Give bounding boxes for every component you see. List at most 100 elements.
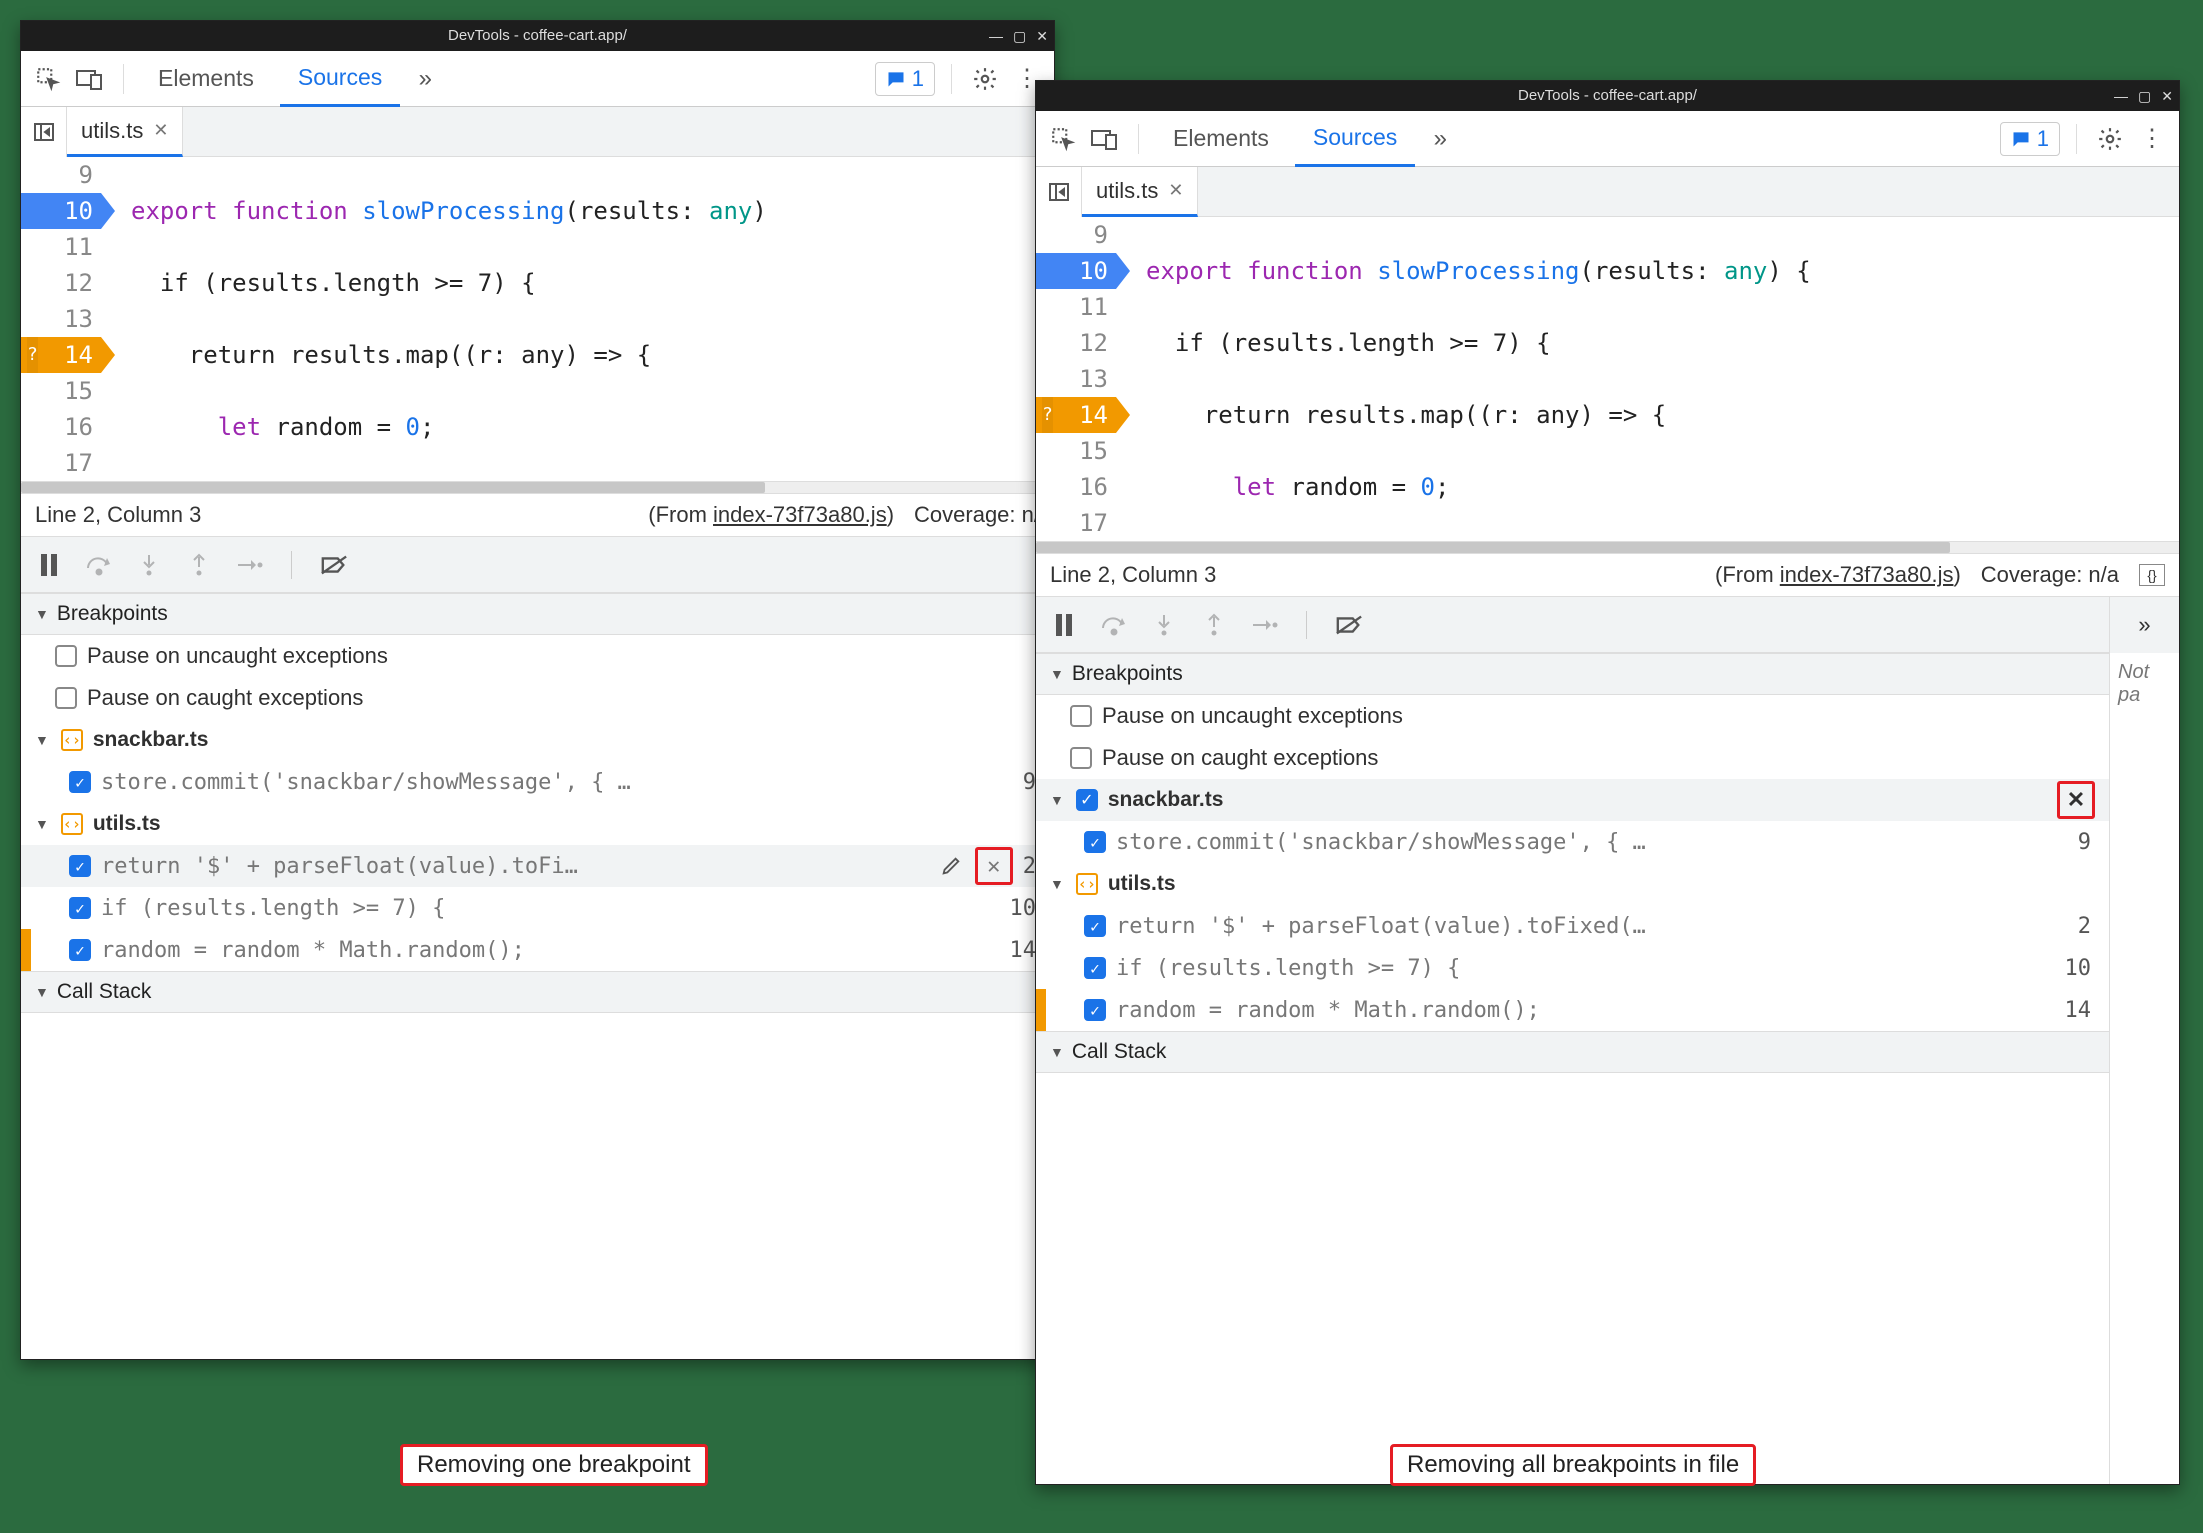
- issues-badge[interactable]: 1: [2000, 122, 2060, 156]
- minimize-icon[interactable]: —: [2114, 81, 2128, 111]
- checkbox-checked[interactable]: ✓: [1084, 915, 1106, 937]
- breakpoint-row[interactable]: ✓ return '$' + parseFloat(value).toFi… ✕…: [21, 845, 1054, 887]
- line-number-cond-breakpoint[interactable]: ?14: [1036, 397, 1116, 433]
- line-number[interactable]: 17: [1036, 505, 1116, 541]
- checkbox-checked[interactable]: ✓: [69, 939, 91, 961]
- checkbox-unchecked[interactable]: [1070, 705, 1092, 727]
- step-out-icon[interactable]: [185, 551, 213, 579]
- horizontal-scrollbar[interactable]: [21, 481, 1054, 493]
- source-map-link[interactable]: index-73f73a80.js: [1780, 562, 1954, 587]
- horizontal-scrollbar[interactable]: [1036, 541, 2179, 553]
- callstack-section-header[interactable]: ▼ Call Stack: [1036, 1031, 2109, 1073]
- scrollbar-thumb[interactable]: [1036, 542, 1950, 553]
- checkbox-unchecked[interactable]: [55, 687, 77, 709]
- bp-file-header-utils[interactable]: ▼ ‹› utils.ts: [21, 803, 1054, 845]
- tab-elements[interactable]: Elements: [140, 51, 272, 107]
- pause-icon[interactable]: [35, 551, 63, 579]
- pretty-print-icon[interactable]: {}: [2139, 564, 2165, 586]
- navigator-toggle-icon[interactable]: [1036, 167, 1082, 217]
- window-titlebar[interactable]: DevTools - coffee-cart.app/ — ▢ ✕: [21, 21, 1054, 51]
- tab-sources[interactable]: Sources: [1295, 111, 1415, 167]
- line-number[interactable]: 12: [1036, 325, 1116, 361]
- window-titlebar[interactable]: DevTools - coffee-cart.app/ — ▢ ✕: [1036, 81, 2179, 111]
- checkbox-checked[interactable]: ✓: [1076, 789, 1098, 811]
- bp-file-header-snackbar[interactable]: ▼ ‹› snackbar.ts: [21, 719, 1054, 761]
- more-tabs-icon[interactable]: »: [408, 62, 442, 96]
- line-number[interactable]: 15: [1036, 433, 1116, 469]
- line-number[interactable]: 16: [21, 409, 101, 445]
- checkbox-checked[interactable]: ✓: [1084, 957, 1106, 979]
- minimize-icon[interactable]: —: [989, 21, 1003, 51]
- step-out-icon[interactable]: [1200, 611, 1228, 639]
- device-icon[interactable]: [73, 62, 107, 96]
- issues-badge[interactable]: 1: [875, 62, 935, 96]
- line-number[interactable]: 15: [21, 373, 101, 409]
- source-map-link[interactable]: index-73f73a80.js: [713, 502, 887, 527]
- checkbox-checked[interactable]: ✓: [1084, 999, 1106, 1021]
- line-number[interactable]: 13: [21, 301, 101, 337]
- code-content[interactable]: export function slowProcessing(results: …: [1126, 217, 1869, 541]
- line-number[interactable]: 9: [21, 157, 101, 193]
- more-tabs-icon[interactable]: »: [1423, 122, 1457, 156]
- line-number[interactable]: 12: [21, 265, 101, 301]
- settings-icon[interactable]: [968, 62, 1002, 96]
- edit-breakpoint-icon[interactable]: [937, 852, 965, 880]
- file-tab-utils[interactable]: utils.ts ✕: [67, 107, 183, 157]
- breakpoint-row[interactable]: ✓ random = random * Math.random(); 14: [1046, 989, 2109, 1031]
- settings-icon[interactable]: [2093, 122, 2127, 156]
- line-number[interactable]: 13: [1036, 361, 1116, 397]
- step-over-icon[interactable]: [85, 551, 113, 579]
- close-tab-icon[interactable]: ✕: [1168, 180, 1183, 201]
- checkbox-checked[interactable]: ✓: [69, 897, 91, 919]
- file-tab-utils[interactable]: utils.ts ✕: [1082, 167, 1198, 217]
- pause-caught-row[interactable]: Pause on caught exceptions: [1036, 737, 2109, 779]
- line-number-breakpoint[interactable]: 10: [1036, 253, 1116, 289]
- bp-file-header-utils[interactable]: ▼ ‹› utils.ts: [1036, 863, 2109, 905]
- line-gutter[interactable]: 9 10 11 12 13 ?14 15 16 17: [1036, 217, 1126, 541]
- checkbox-unchecked[interactable]: [1070, 747, 1092, 769]
- breakpoint-row[interactable]: ✓ random = random * Math.random(); 14: [31, 929, 1054, 971]
- checkbox-checked[interactable]: ✓: [69, 771, 91, 793]
- pause-caught-row[interactable]: Pause on caught exceptions: [21, 677, 1054, 719]
- remove-all-breakpoints-icon[interactable]: ✕: [2062, 786, 2090, 814]
- step-into-icon[interactable]: [135, 551, 163, 579]
- tab-sources[interactable]: Sources: [280, 51, 400, 107]
- checkbox-checked[interactable]: ✓: [1084, 831, 1106, 853]
- close-tab-icon[interactable]: ✕: [153, 120, 168, 141]
- line-number[interactable]: 9: [1036, 217, 1116, 253]
- remove-breakpoint-icon[interactable]: ✕: [980, 852, 1008, 880]
- line-gutter[interactable]: 9 10 11 12 13 ?14 15 16 17: [21, 157, 111, 481]
- breakpoint-row[interactable]: ✓ if (results.length >= 7) { 10: [21, 887, 1054, 929]
- maximize-icon[interactable]: ▢: [2138, 81, 2151, 111]
- line-number[interactable]: 11: [1036, 289, 1116, 325]
- step-into-icon[interactable]: [1150, 611, 1178, 639]
- checkbox-checked[interactable]: ✓: [69, 855, 91, 877]
- navigator-toggle-icon[interactable]: [21, 107, 67, 157]
- callstack-section-header[interactable]: ▼ Call Stack: [21, 971, 1054, 1013]
- inspect-icon[interactable]: [1046, 122, 1080, 156]
- maximize-icon[interactable]: ▢: [1013, 21, 1026, 51]
- checkbox-unchecked[interactable]: [55, 645, 77, 667]
- line-number[interactable]: 17: [21, 445, 101, 481]
- code-editor[interactable]: 9 10 11 12 13 ?14 15 16 17 export functi…: [21, 157, 1054, 481]
- line-number[interactable]: 16: [1036, 469, 1116, 505]
- line-number-breakpoint[interactable]: 10: [21, 193, 101, 229]
- line-number[interactable]: 11: [21, 229, 101, 265]
- kebab-menu-icon[interactable]: ⋮: [2135, 122, 2169, 156]
- breakpoint-row[interactable]: ✓ store.commit('snackbar/showMessage', {…: [21, 761, 1054, 803]
- deactivate-breakpoints-icon[interactable]: [320, 551, 348, 579]
- code-content[interactable]: export function slowProcessing(results: …: [111, 157, 767, 481]
- step-icon[interactable]: [235, 551, 263, 579]
- close-window-icon[interactable]: ✕: [2161, 81, 2173, 111]
- breakpoints-section-header[interactable]: ▼ Breakpoints: [21, 593, 1054, 635]
- pause-uncaught-row[interactable]: Pause on uncaught exceptions: [21, 635, 1054, 677]
- breakpoint-row[interactable]: ✓ store.commit('snackbar/showMessage', {…: [1036, 821, 2109, 863]
- scrollbar-thumb[interactable]: [21, 482, 765, 493]
- close-window-icon[interactable]: ✕: [1036, 21, 1048, 51]
- step-icon[interactable]: [1250, 611, 1278, 639]
- breakpoint-row[interactable]: ✓ if (results.length >= 7) { 10: [1036, 947, 2109, 989]
- pause-icon[interactable]: [1050, 611, 1078, 639]
- bp-file-header-snackbar[interactable]: ▼ ✓ snackbar.ts ✕: [1036, 779, 2109, 821]
- tab-elements[interactable]: Elements: [1155, 111, 1287, 167]
- line-number-cond-breakpoint[interactable]: ?14: [21, 337, 101, 373]
